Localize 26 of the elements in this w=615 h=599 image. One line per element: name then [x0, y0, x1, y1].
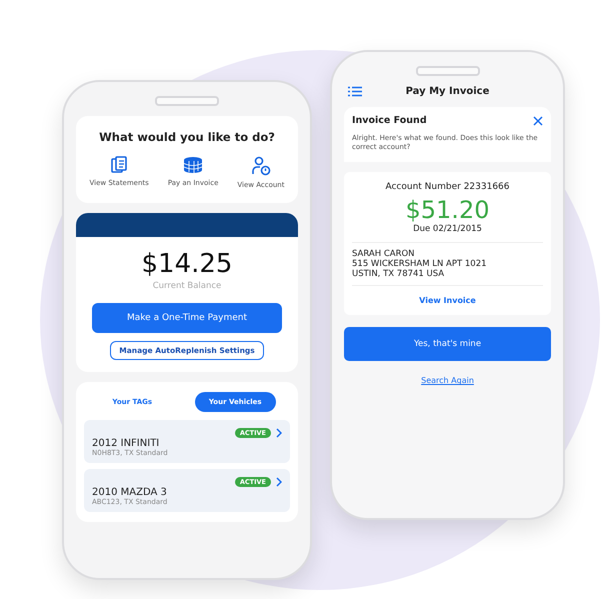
vehicle-name: 2012 INFINITI	[92, 438, 160, 449]
payment-button[interactable]: Make a One-Time Payment	[92, 303, 282, 333]
confirm-button[interactable]: Yes, that's mine	[344, 327, 551, 362]
balance-amount: $14.25	[140, 249, 234, 279]
screen-title: Pay My Invoice	[404, 86, 490, 97]
prompt-heading: What would you like to do?	[98, 130, 276, 144]
address-line: USTIN, TX 78741 USA	[352, 269, 446, 280]
view-invoice-link[interactable]: View Invoice	[352, 285, 543, 316]
address-line: SARAH CARON	[352, 249, 416, 260]
user-icon	[250, 156, 271, 176]
invoice-heading: Invoice Found	[352, 115, 427, 126]
due-date: Due 02/21/2015	[412, 224, 483, 234]
close-icon[interactable]	[533, 116, 543, 126]
chevron-icon	[276, 477, 282, 487]
search-again-link[interactable]: Search Again	[415, 375, 480, 386]
chevron-icon	[276, 428, 282, 438]
menu-icon[interactable]	[348, 86, 362, 97]
vehicle-name: 2010 MAZDA 3	[92, 487, 168, 498]
documents-icon	[111, 156, 128, 174]
speaker-notch	[416, 66, 480, 76]
balance-caption: Current Balance	[152, 281, 222, 291]
invoice-amount: $51.20	[404, 196, 490, 224]
coins-icon	[182, 156, 204, 174]
account-number: Account Number 22331666	[384, 182, 511, 192]
address-line: 515 WICKERSHAM LN APT 1021	[352, 259, 488, 270]
speaker-notch	[155, 96, 219, 106]
